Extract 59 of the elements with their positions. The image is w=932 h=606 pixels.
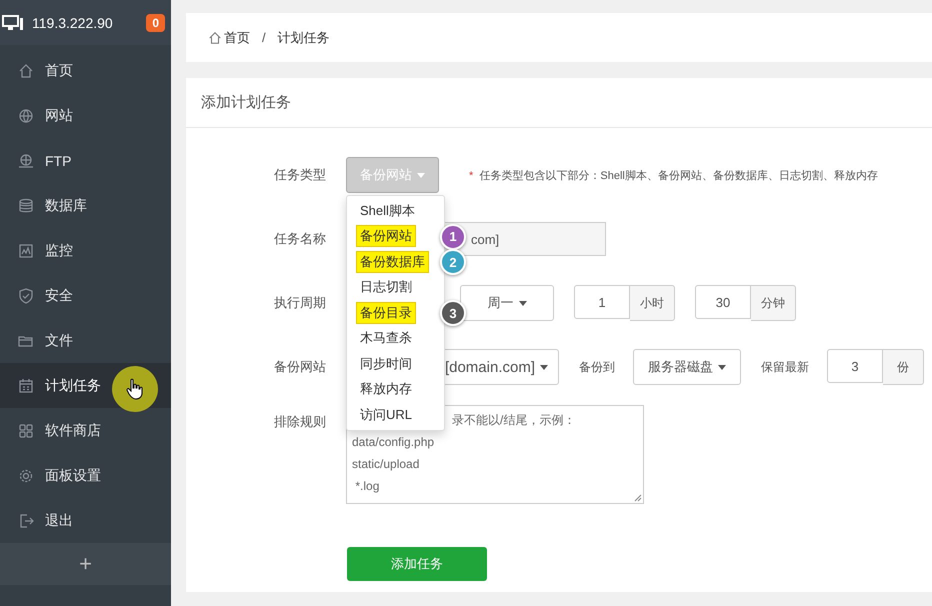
sidebar-item[interactable]: 退出: [0, 498, 171, 543]
unit-label: 分钟: [751, 285, 796, 321]
menu-option[interactable]: 木马查杀: [356, 327, 416, 350]
sidebar-item[interactable]: 面板设置: [0, 453, 171, 498]
field-label: 排除规则: [273, 413, 326, 431]
home-icon: [208, 30, 222, 44]
chart-icon: [18, 242, 34, 258]
settings-icon: [18, 468, 34, 484]
menu-option[interactable]: Shell脚本: [356, 200, 419, 222]
menu-option[interactable]: 日志切割: [356, 276, 416, 298]
sidebar-item[interactable]: 首页: [0, 48, 171, 93]
caret-icon: [417, 173, 425, 178]
backup-target-dropdown[interactable]: 服务器磁盘: [633, 349, 741, 385]
sidebar-item[interactable]: 文件: [0, 318, 171, 363]
sidebar-item[interactable]: 软件商店: [0, 408, 171, 453]
database-icon: [18, 198, 34, 214]
sidebar-item[interactable]: 网站: [0, 93, 171, 138]
minute-field[interactable]: 30: [695, 285, 751, 319]
menu-option[interactable]: 备份数据库: [356, 250, 429, 273]
menu-option[interactable]: 备份网站: [356, 225, 416, 248]
caret-icon: [518, 301, 526, 306]
breadcrumb-link[interactable]: 首页: [224, 28, 250, 46]
home-icon: [18, 62, 34, 78]
monitor-icon: [2, 14, 24, 30]
unit-label: 份: [883, 349, 924, 385]
field-label: 任务类型: [273, 166, 326, 184]
grid-icon: [18, 422, 34, 438]
help-text: * 任务类型包含以下部分：Shell脚本、备份网站、备份数据库、日志切割、释放内存: [469, 168, 878, 182]
caret-icon: [718, 365, 726, 370]
weekday-dropdown[interactable]: 周一: [460, 285, 554, 321]
shield-icon: [18, 288, 34, 304]
step-marker: 2: [440, 249, 466, 275]
hand-cursor-icon: [126, 378, 144, 400]
caret-icon: [540, 365, 548, 370]
menu-option[interactable]: 备份目录: [356, 302, 416, 324]
globe-icon: [18, 152, 34, 168]
menu-option[interactable]: 访问URL: [356, 404, 416, 426]
logout-icon: [18, 512, 34, 528]
field-label: 保留最新: [761, 358, 809, 376]
sidebar-item[interactable]: 监控: [0, 228, 171, 273]
panel-title: 添加计划任务: [186, 78, 932, 128]
sidebar-item[interactable]: 安全: [0, 273, 171, 318]
calendar-icon: [18, 378, 34, 394]
menu-option[interactable]: 同步时间: [356, 352, 416, 375]
field-label: 备份网站: [273, 358, 326, 376]
hour-field[interactable]: 1: [574, 285, 630, 319]
unit-label: 小时: [630, 285, 675, 321]
field-label: 备份到: [579, 358, 615, 376]
breadcrumb-separator: /: [262, 30, 266, 45]
sidebar-item[interactable]: FTP: [0, 138, 171, 183]
step-marker: 3: [440, 300, 466, 326]
field-label: 执行周期: [273, 294, 326, 312]
server-address: 119.3.222.90: [32, 14, 114, 30]
add-button[interactable]: +: [0, 543, 171, 585]
field-label: 任务名称: [273, 230, 326, 248]
resize-grip-icon: [634, 494, 642, 502]
globe-icon: [18, 108, 34, 124]
sidebar-item[interactable]: 数据库: [0, 183, 171, 228]
keep-count-field[interactable]: 3: [827, 349, 883, 383]
